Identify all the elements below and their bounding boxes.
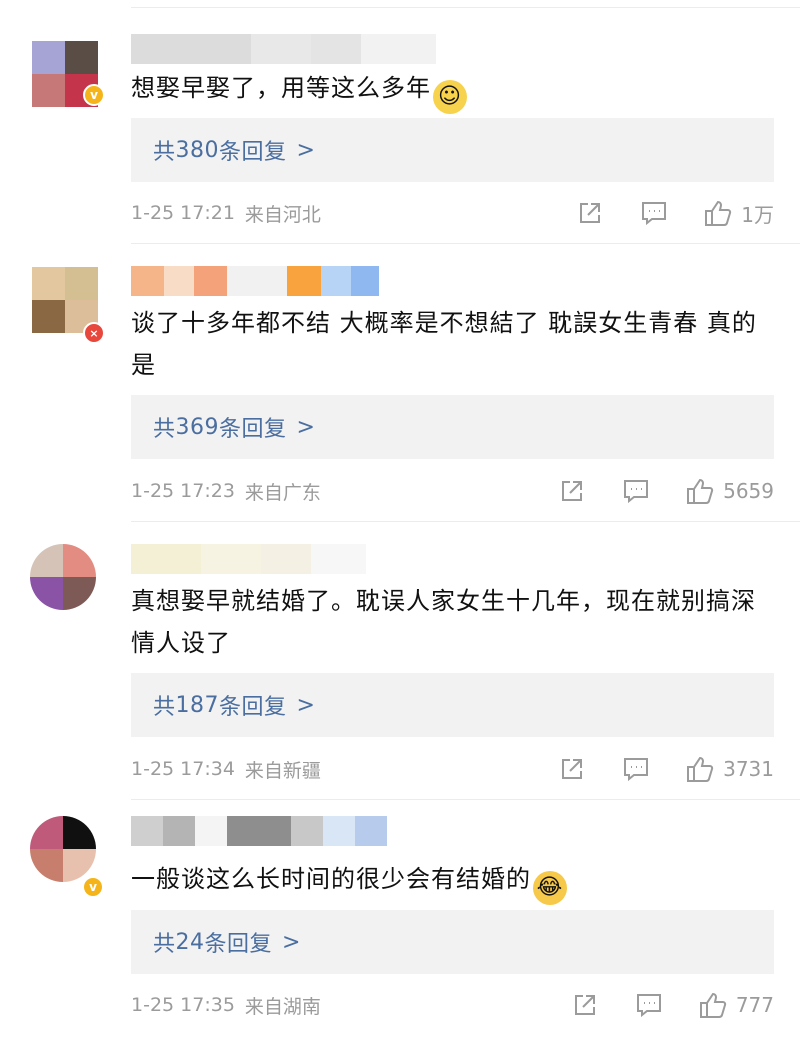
like-count: 5659 [723,479,774,503]
avatar-tile [30,577,63,610]
reply-count: 187 [175,692,220,718]
comment-text: 谈了十多年都不结 大概率是不想結了 耽誤女生青春 真的是 [131,302,771,386]
reply-suffix-label: 条回复 [219,417,287,442]
reply-count: 24 [175,929,205,955]
username-blurred[interactable] [131,816,387,846]
reply-total-label: 共 [153,140,176,165]
reply-suffix-label: 条回复 [219,140,287,165]
comment-time: 1-25 17:23 [131,480,235,502]
comment-actions: 777 [570,990,774,1020]
comment-time: 1-25 17:34 [131,758,235,780]
comment-meta: 1-25 17:35 来自湖南 [131,990,321,1020]
avatar[interactable] [30,816,96,882]
like-count: 1万 [741,202,774,227]
avatar-tile [63,816,96,849]
comment-text-content: 谈了十多年都不结 大概率是不想結了 耽誤女生青春 真的是 [131,309,757,379]
comment-text-content: 一般谈这么长时间的很少会有结婚的 [131,865,531,893]
username-blurred[interactable] [131,266,379,296]
comment-meta: 1-25 17:23 来自广东 [131,476,321,506]
comment-icon[interactable] [621,476,651,506]
avatar[interactable] [30,544,96,610]
comment-location: 来自新疆 [244,759,321,782]
avatar-tile [63,544,96,577]
comment-location: 来自湖南 [244,995,321,1018]
view-replies-button[interactable]: 共 24 条回复 > [131,910,774,974]
avatar-tile [30,849,63,882]
avatar-tile [30,544,63,577]
comment-text: 一般谈这么长时间的很少会有结婚的 😂 [131,858,771,905]
comment-icon[interactable] [634,990,664,1020]
comment-item: × 谈了十多年都不结 大概率是不想結了 耽誤女生青春 真的是 共 369 条回复… [0,244,800,522]
avatar-tile [65,267,98,300]
comment-actions: 3731 [557,754,774,784]
thumbs-up-icon[interactable] [685,754,715,784]
share-icon[interactable] [557,476,587,506]
thumbs-up-icon[interactable] [698,990,728,1020]
username-blurred[interactable] [131,544,366,574]
comment-item: v 一般谈这么长时间的很少会有结婚的 😂 共 24 条回复 > 1-25 17:3… [0,800,800,1041]
share-icon[interactable] [575,198,605,228]
chevron-right-icon: > [296,414,316,440]
comment-icon[interactable] [639,198,669,228]
comment-item: 真想娶早就结婚了。耽误人家女生十几年，现在就别搞深情人设了 共 187 条回复 … [0,522,800,800]
avatar-tile [63,577,96,610]
comment-text: 真想娶早就结婚了。耽误人家女生十几年，现在就别搞深情人设了 [131,580,771,664]
comment-time: 1-25 17:35 [131,994,235,1016]
comment-location: 来自河北 [244,203,321,226]
share-icon[interactable] [557,754,587,784]
avatar-tile [65,41,98,74]
laughing-tears-emoji-icon: 😂 [533,871,567,905]
avatar-tile [32,41,65,74]
chevron-right-icon: > [282,929,301,955]
comment-time: 1-25 17:21 [131,202,235,224]
like-count: 777 [735,993,774,1017]
reply-suffix-label: 条回复 [219,695,287,720]
comment-actions: 1万 [575,198,774,228]
comment-meta: 1-25 17:34 来自新疆 [131,754,321,784]
avatar-tile [32,74,65,107]
reply-total-label: 共 [153,695,176,720]
reply-total-label: 共 [153,932,176,957]
avatar-tile [30,816,63,849]
view-replies-button[interactable]: 共 369 条回复 > [131,395,774,459]
verified-badge-icon: v [83,84,105,106]
warning-badge-icon: × [83,322,105,344]
comment-location: 来自广东 [244,481,321,504]
avatar-tile [32,300,65,333]
smiling-face-emoji-icon: ☺ [433,80,467,114]
comment-text-content: 想娶早娶了，用等这么多年 [131,74,431,102]
like-count: 3731 [723,757,774,781]
comment-actions: 5659 [557,476,774,506]
reply-total-label: 共 [153,417,176,442]
verified-badge-icon: v [82,876,104,898]
thumbs-up-icon[interactable] [703,198,733,228]
reply-suffix-label: 条回复 [204,932,273,957]
comment-text: 想娶早娶了，用等这么多年 ☺ [131,67,771,114]
comment-item: v 想娶早娶了，用等这么多年 ☺ 共 380 条回复 > 1-25 17:21 来… [0,8,800,244]
chevron-right-icon: > [296,137,316,163]
view-replies-button[interactable]: 共 187 条回复 > [131,673,774,737]
chevron-right-icon: > [296,692,316,718]
avatar-tile [32,267,65,300]
comment-meta: 1-25 17:21 来自河北 [131,198,321,228]
username-blurred[interactable] [131,34,436,64]
comment-icon[interactable] [621,754,651,784]
reply-count: 369 [175,414,220,440]
view-replies-button[interactable]: 共 380 条回复 > [131,118,774,182]
thumbs-up-icon[interactable] [685,476,715,506]
reply-count: 380 [175,137,220,163]
comment-text-content: 真想娶早就结婚了。耽误人家女生十几年，现在就别搞深情人设了 [131,587,756,657]
share-icon[interactable] [570,990,600,1020]
